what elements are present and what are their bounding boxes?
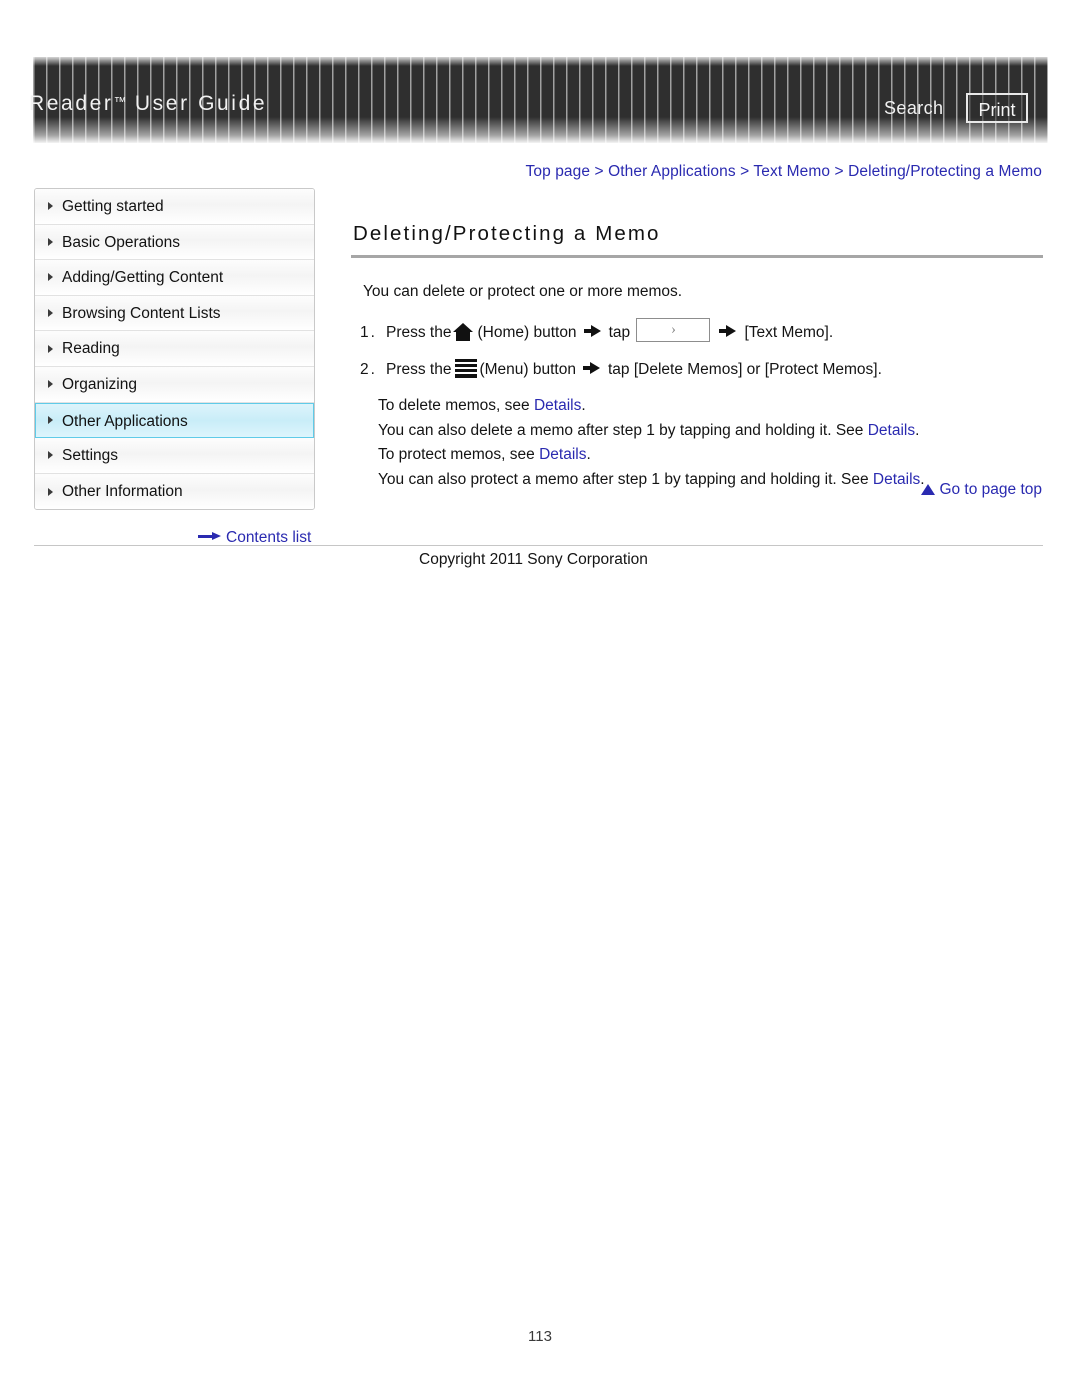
sidebar-item-label: Other Applications	[62, 412, 188, 430]
details-link[interactable]: Details	[873, 471, 920, 488]
footer-divider	[34, 545, 1043, 546]
note-2-before: You can also delete a memo after step 1 …	[378, 421, 868, 439]
print-button[interactable]: Print	[966, 93, 1028, 123]
arrow-right-icon	[198, 532, 222, 541]
go-to-page-top-label: Go to page top	[939, 481, 1042, 498]
arrow-right-icon	[583, 325, 602, 337]
breadcrumb: Top page > Other Applications > Text Mem…	[526, 163, 1042, 181]
details-link[interactable]: Details	[539, 446, 586, 463]
sidebar-item-browsing-content-lists[interactable]: Browsing Content Lists	[35, 295, 314, 332]
breadcrumb-separator: >	[834, 163, 844, 180]
go-to-page-top-link[interactable]: Go to page top	[921, 481, 1042, 499]
copyright-text: Copyright 2011 Sony Corporation	[419, 551, 648, 568]
arrow-right-icon	[582, 362, 601, 374]
breadcrumb-item-text-memo[interactable]: Text Memo	[753, 163, 830, 180]
step-1-mid-text: (Home) button	[477, 324, 577, 341]
sidebar-item-label: Reading	[62, 340, 120, 358]
page-number: 113	[528, 1328, 552, 1345]
details-link[interactable]: Details	[868, 422, 915, 439]
breadcrumb-item-top-page[interactable]: Top page	[526, 163, 591, 180]
chevron-right-icon	[48, 309, 53, 318]
page-title: Deleting/Protecting a Memo	[353, 222, 661, 245]
chevron-right-icon	[48, 380, 53, 389]
chevron-right-icon	[48, 237, 53, 246]
breadcrumb-item-current: Deleting/Protecting a Memo	[848, 163, 1042, 180]
step-1: 1. Press the (Home) button tap › [Text Memo]…	[360, 318, 1043, 346]
home-icon	[453, 323, 474, 341]
arrow-right-icon	[719, 325, 737, 337]
sidebar-item-label: Organizing	[62, 375, 137, 393]
step-1-pre-text: Press the	[386, 324, 452, 341]
step-2-number: 2.	[360, 361, 377, 378]
step-1-post-text: [Text Memo].	[744, 324, 834, 341]
sidebar-item-label: Getting started	[62, 198, 164, 215]
sidebar-item-other-information[interactable]: Other Information	[35, 473, 314, 510]
note-line-1: To delete memos, see Details.	[378, 394, 1043, 419]
sidebar-item-label: Other Information	[62, 482, 183, 500]
chevron-right-icon	[48, 273, 53, 282]
chevron-right-icon	[48, 451, 53, 460]
sidebar-item-label: Settings	[62, 447, 119, 465]
step-2-mid-text: (Menu) button	[479, 361, 576, 378]
note-3-after: .	[586, 446, 591, 463]
sidebar-item-organizing[interactable]: Organizing	[35, 366, 314, 403]
step-2-tap-label: tap [Delete Memos] or [Protect Memos].	[607, 361, 882, 378]
sidebar-item-reading[interactable]: Reading	[35, 331, 314, 367]
tab-expand-button-graphic: ›	[636, 318, 711, 342]
sidebar-item-label: Basic Operations	[62, 233, 181, 251]
chevron-right-icon	[48, 416, 53, 425]
triangle-up-icon	[921, 484, 936, 495]
main-content: Deleting/Protecting a Memo You can delet…	[351, 222, 1043, 498]
note-1-before: To delete memos, see	[378, 397, 534, 414]
breadcrumb-separator: >	[594, 163, 604, 180]
sidebar-item-adding-getting-content[interactable]: Adding/Getting Content	[35, 260, 314, 296]
chevron-right-icon: ›	[670, 321, 676, 338]
sidebar-item-settings[interactable]: Settings	[35, 438, 314, 474]
note-4-before: You can also protect a memo after step 1…	[378, 470, 873, 488]
note-1-after: .	[581, 397, 586, 414]
breadcrumb-item-other-applications[interactable]: Other Applications	[608, 163, 736, 180]
contents-list-label: Contents list	[226, 529, 312, 546]
chevron-right-icon	[48, 487, 53, 496]
sidebar-item-getting-started[interactable]: Getting started	[35, 189, 314, 225]
trademark-symbol: ™	[113, 94, 127, 109]
sidebar-nav: Getting started Basic Operations Adding/…	[34, 188, 315, 511]
details-link[interactable]: Details	[534, 397, 581, 414]
sidebar-item-basic-operations[interactable]: Basic Operations	[35, 224, 314, 261]
app-title-rest: User Guide	[126, 92, 268, 115]
chevron-right-icon	[48, 202, 53, 211]
breadcrumb-separator: >	[740, 163, 750, 180]
step-2-pre-text: Press the	[386, 361, 452, 378]
note-3-before: To protect memos, see	[378, 446, 540, 463]
sidebar-item-label: Browsing Content Lists	[62, 304, 221, 322]
note-2-after: .	[915, 421, 920, 439]
step-1-tap-label: tap	[608, 324, 631, 341]
app-title: Reader™ User Guide	[29, 92, 267, 116]
note-line-2: You can also delete a memo after step 1 …	[378, 419, 1043, 444]
sidebar-item-other-applications[interactable]: Other Applications	[35, 402, 314, 439]
search-button[interactable]: Search	[884, 98, 943, 119]
app-title-main: Reader	[29, 92, 114, 115]
menu-hamburger-icon	[455, 359, 478, 378]
note-line-3: To protect memos, see Details.	[378, 443, 1043, 468]
heading-divider	[351, 255, 1043, 258]
intro-paragraph: You can delete or protect one or more me…	[363, 283, 683, 300]
sidebar-item-label: Adding/Getting Content	[62, 269, 224, 287]
step-1-number: 1.	[360, 324, 377, 341]
step-2: 2. Press the (Menu) button tap [Delete Memo…	[360, 357, 1043, 383]
chevron-right-icon	[48, 344, 53, 353]
